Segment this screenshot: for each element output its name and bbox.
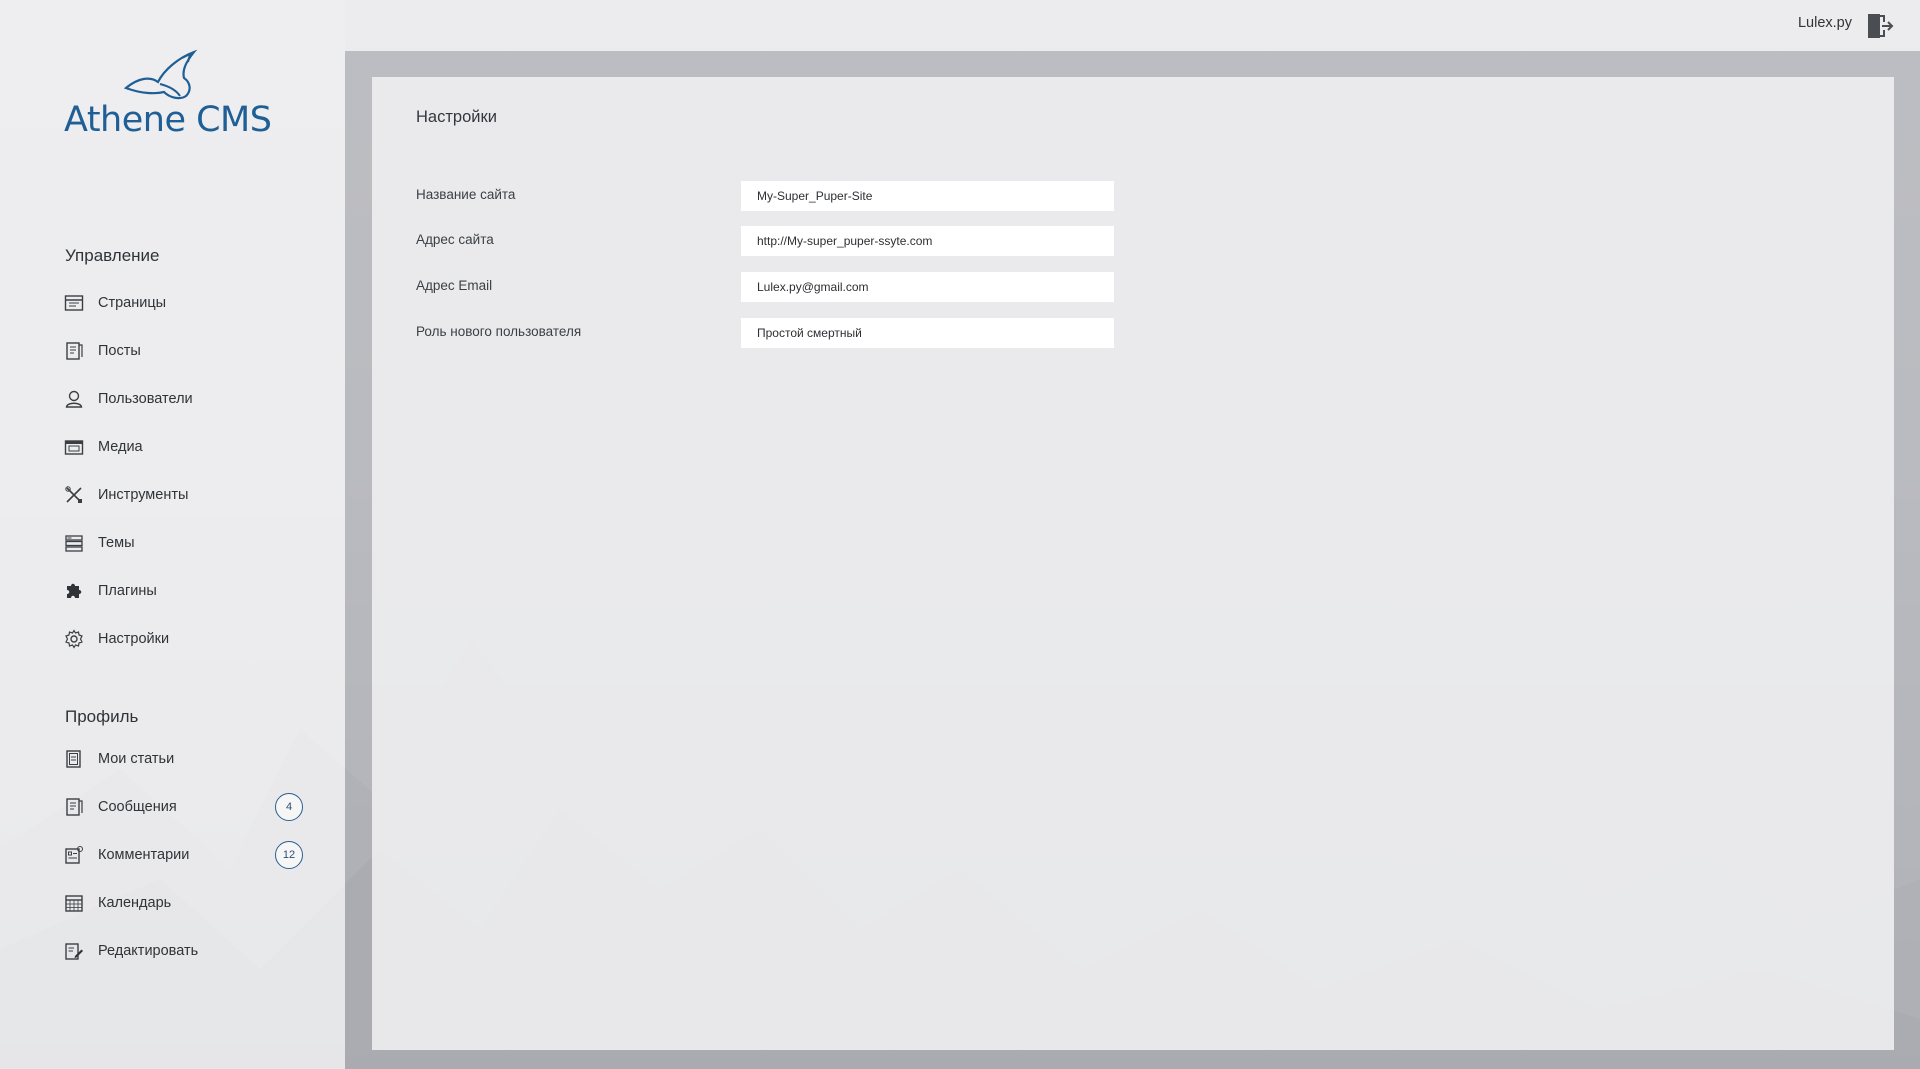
media-icon (64, 437, 84, 457)
nav-label: Мои статьи (98, 751, 175, 767)
user-icon (64, 389, 84, 409)
eagle-icon (123, 49, 198, 100)
nav-label: Комментарии (98, 847, 190, 863)
nav-label: Медиа (98, 439, 143, 455)
nav-label: Темы (98, 535, 135, 551)
messages-count-badge: 4 (275, 793, 303, 821)
comments-icon (64, 845, 84, 865)
nav-label: Плагины (98, 583, 157, 599)
site-url-input[interactable] (741, 226, 1114, 256)
comments-count-badge: 12 (275, 841, 303, 869)
email-label: Адрес Email (416, 278, 493, 293)
nav-label: Инструменты (98, 487, 189, 503)
puzzle-icon (64, 581, 84, 601)
nav-item-themes[interactable]: Темы (64, 528, 314, 558)
nav-item-my-articles[interactable]: Мои статьи (64, 744, 314, 774)
site-name-input[interactable] (741, 181, 1114, 211)
settings-panel: Настройки Название сайта Адрес сайта Адр… (372, 77, 1894, 1050)
nav-item-posts[interactable]: Посты (64, 336, 314, 366)
nav-item-media[interactable]: Медиа (64, 432, 314, 462)
logout-icon[interactable] (1866, 13, 1894, 39)
pages-icon (64, 293, 84, 313)
nav-item-settings[interactable]: Настройки (64, 624, 314, 654)
nav-label: Посты (98, 343, 141, 359)
tools-icon (64, 485, 84, 505)
nav-label: Редактировать (98, 943, 199, 959)
calendar-icon (64, 893, 84, 913)
brand-logo[interactable]: Athene CMS (64, 48, 274, 148)
nav-item-edit[interactable]: Редактировать (64, 936, 314, 966)
management-section-title: Управление (65, 246, 160, 265)
themes-icon (64, 533, 84, 553)
nav-item-pages[interactable]: Страницы (64, 288, 314, 318)
edit-icon (64, 941, 84, 961)
new-user-role-input[interactable] (741, 318, 1114, 348)
email-input[interactable] (741, 272, 1114, 302)
nav-item-tools[interactable]: Инструменты (64, 480, 314, 510)
nav-label: Пользователи (98, 391, 193, 407)
profile-section-title: Профиль (65, 707, 139, 726)
page-title: Настройки (416, 108, 497, 126)
messages-icon (64, 797, 84, 817)
nav-item-calendar[interactable]: Календарь (64, 888, 314, 918)
site-name-label: Название сайта (416, 187, 516, 202)
articles-icon (64, 749, 84, 769)
current-user-name[interactable]: Lulex.py (1798, 15, 1852, 31)
nav-item-comments[interactable]: Комментарии 12 (64, 840, 314, 870)
nav-item-messages[interactable]: Сообщения 4 (64, 792, 314, 822)
nav-label: Настройки (98, 631, 170, 647)
new-user-role-label: Роль нового пользователя (416, 324, 582, 339)
nav-label: Страницы (98, 295, 167, 311)
site-url-label: Адрес сайта (416, 232, 494, 247)
posts-icon (64, 341, 84, 361)
brand-name: Athene CMS (64, 100, 272, 140)
nav-label: Сообщения (98, 799, 177, 815)
nav-item-plugins[interactable]: Плагины (64, 576, 314, 606)
sidebar: Athene CMS Управление Страницы Посты Пол… (0, 0, 345, 1069)
nav-label: Календарь (98, 895, 172, 911)
nav-item-users[interactable]: Пользователи (64, 384, 314, 414)
gear-icon (64, 629, 84, 649)
